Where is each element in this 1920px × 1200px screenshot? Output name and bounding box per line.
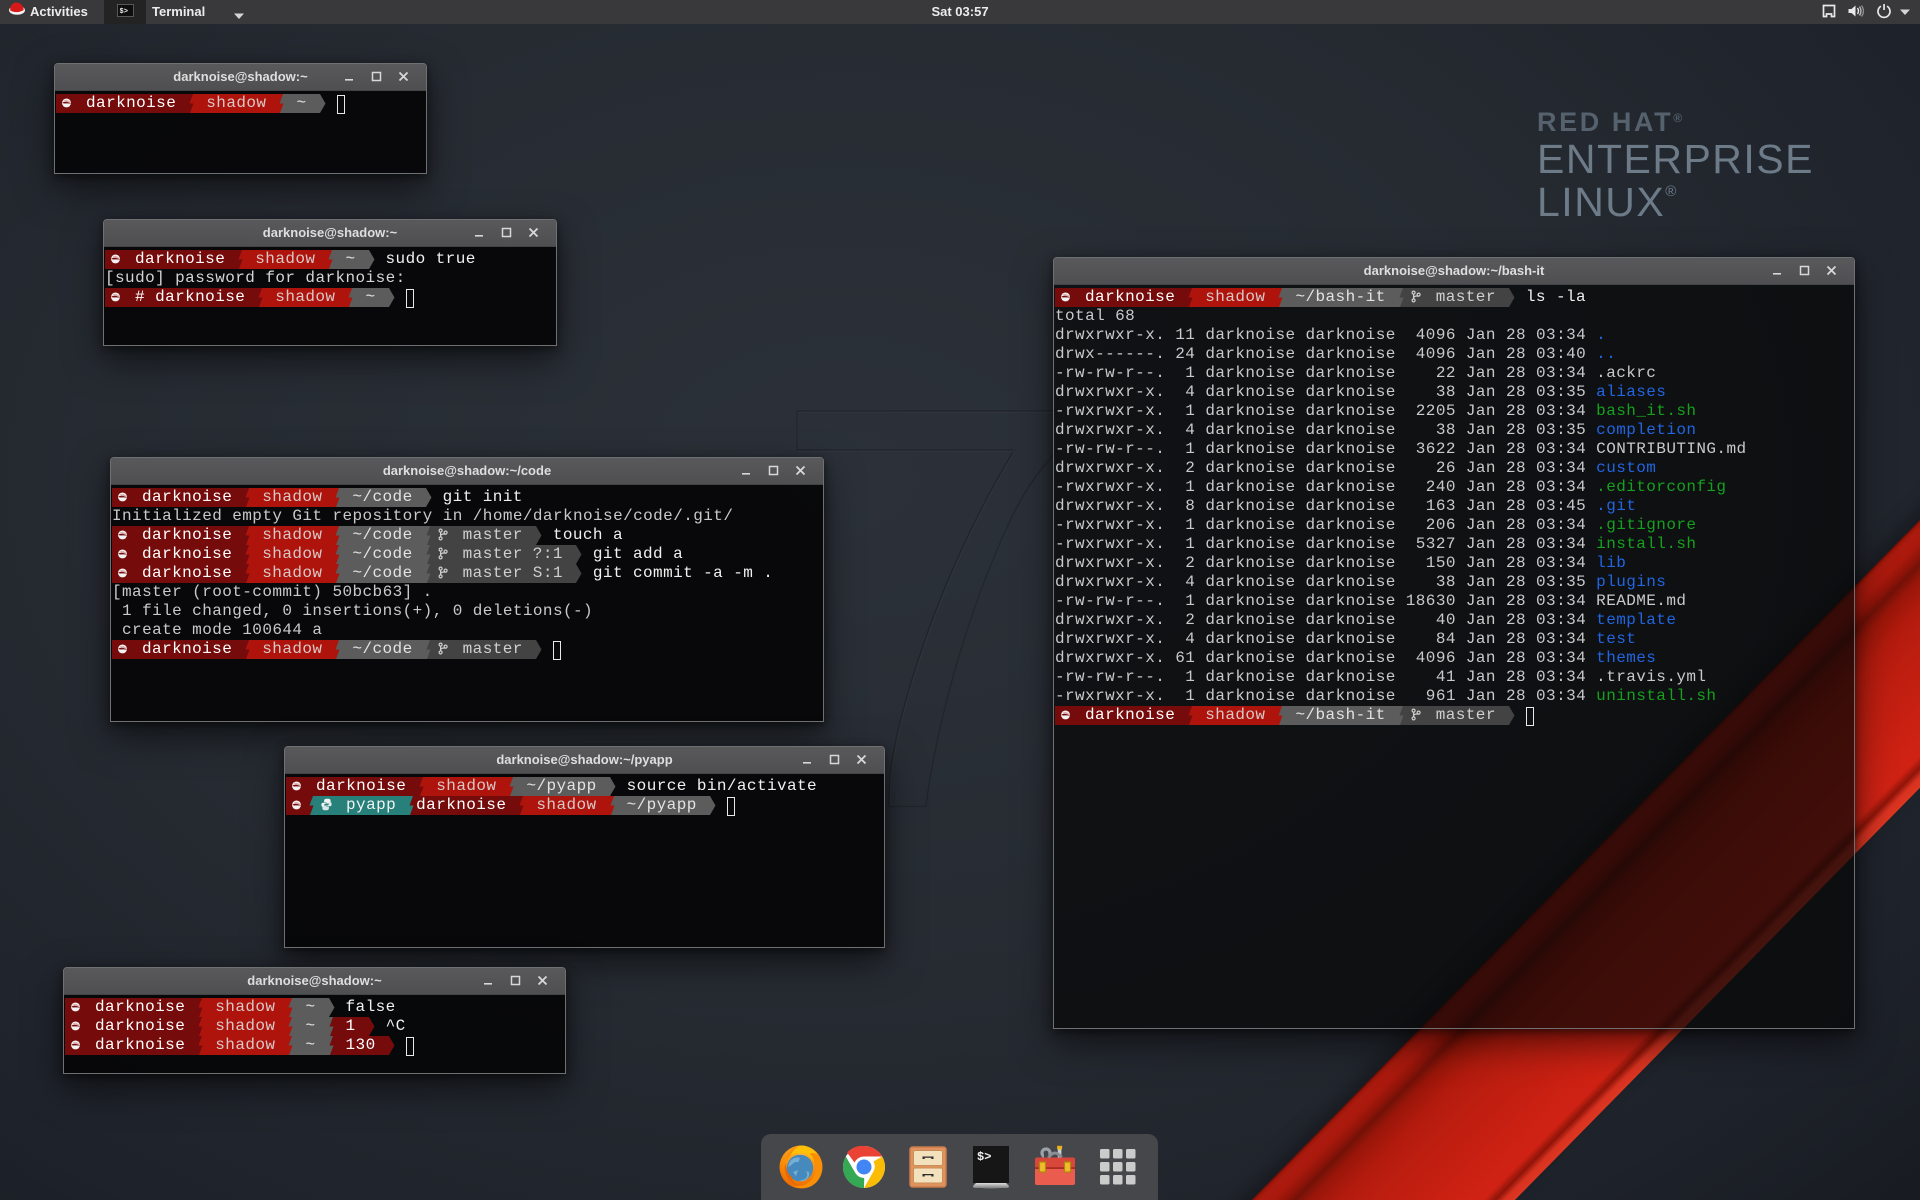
svg-text:$>: $> bbox=[977, 1150, 991, 1164]
